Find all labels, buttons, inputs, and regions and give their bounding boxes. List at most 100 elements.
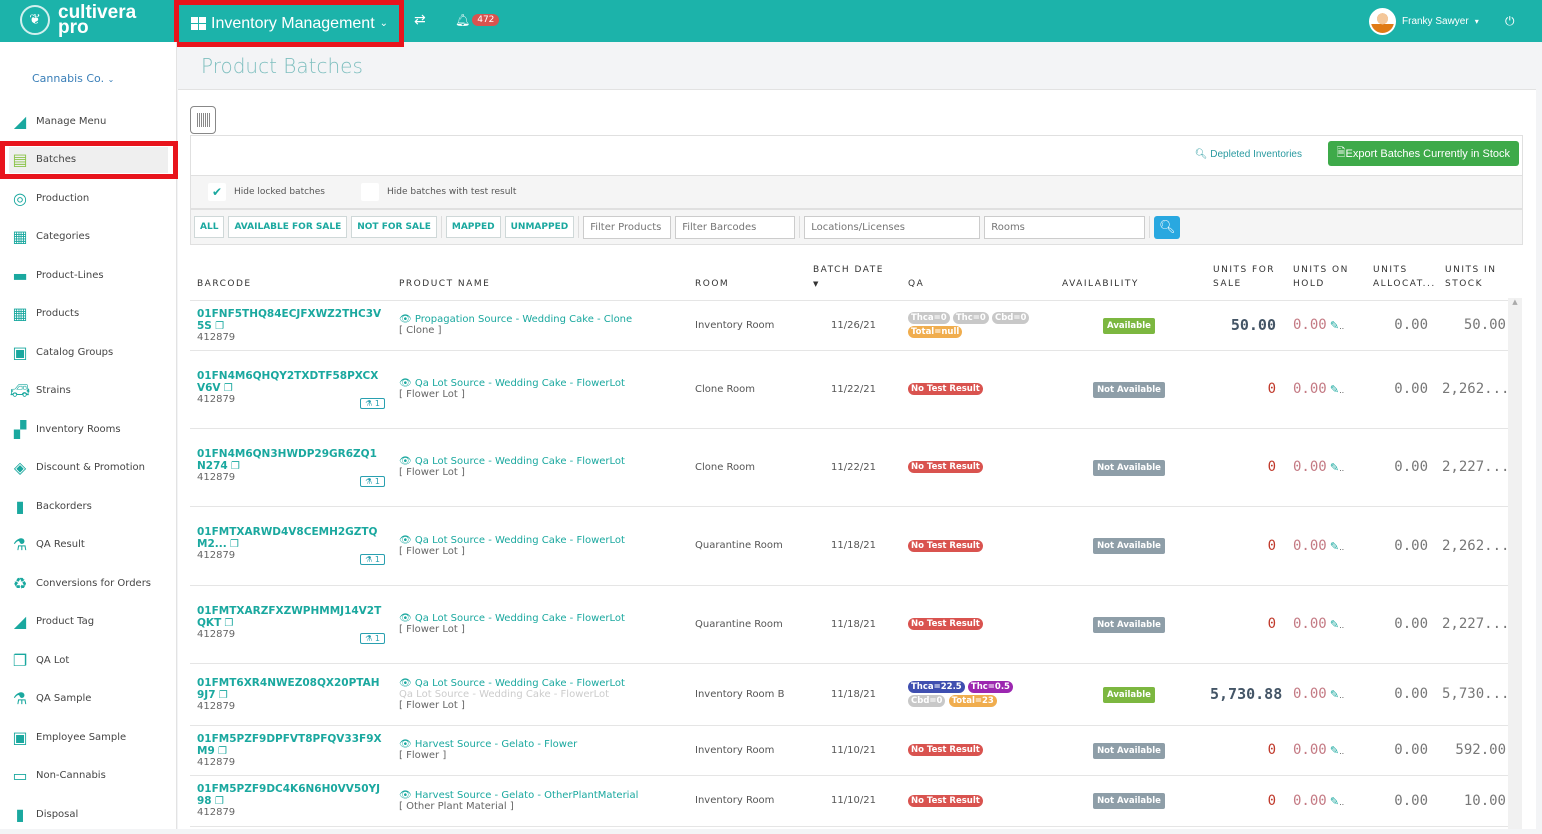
- more-icon[interactable]: ..: [1339, 543, 1344, 552]
- export-button[interactable]: 🗎 Export Batches Currently in Stock: [1327, 141, 1519, 166]
- module-dropdown[interactable]: Inventory Management ⌄: [174, 0, 404, 47]
- filter-products-input[interactable]: [583, 215, 672, 239]
- rooms-select[interactable]: [984, 215, 1146, 239]
- copy-icon[interactable]: ❐: [224, 383, 233, 394]
- sidebar-item-strains[interactable]: 🚙︎ Strains: [0, 372, 177, 411]
- copy-icon[interactable]: ❐: [219, 690, 228, 701]
- power-icon[interactable]: ⏻: [1505, 14, 1515, 29]
- pencil-icon[interactable]: ✎: [1330, 461, 1339, 474]
- product-link[interactable]: Harvest Source - Gelato - Flower: [415, 739, 577, 750]
- sidebar-item-manage-menu[interactable]: ◢ Manage Menu: [0, 102, 177, 141]
- pencil-icon[interactable]: ✎: [1330, 540, 1339, 553]
- more-icon[interactable]: ..: [1339, 464, 1344, 473]
- copy-icon[interactable]: ❐: [215, 321, 224, 332]
- depleted-inventories-link[interactable]: 🔍︎ Depleted Inventories: [1195, 149, 1302, 160]
- product-link[interactable]: Qa Lot Source - Wedding Cake - FlowerLot: [415, 378, 625, 389]
- hide-locked-checkbox[interactable]: ✔ Hide locked batches: [208, 183, 325, 201]
- sidebar-item-non-cannabis[interactable]: ▭ Non-Cannabis: [0, 757, 177, 796]
- filter-not-for-sale-button[interactable]: NOT FOR SALE: [351, 216, 437, 238]
- pencil-icon[interactable]: ✎: [1330, 688, 1339, 701]
- barcode-link[interactable]: 01FMTXARWD4V8CEMH2GZTQM2...: [197, 526, 377, 550]
- copy-icon[interactable]: ❐: [224, 618, 233, 629]
- user-menu[interactable]: Franky Sawyer ▾: [1369, 8, 1479, 35]
- sidebar-item-production[interactable]: ◎ Production: [0, 179, 177, 218]
- eye-icon[interactable]: 👁︎: [399, 678, 412, 689]
- sidebar-item-product-tag[interactable]: ◢ Product Tag: [0, 603, 177, 642]
- product-link[interactable]: Propagation Source - Wedding Cake - Clon…: [415, 314, 632, 325]
- pencil-icon[interactable]: ✎: [1330, 618, 1339, 631]
- more-icon[interactable]: ..: [1339, 621, 1344, 630]
- eye-icon[interactable]: 👁︎: [399, 739, 412, 750]
- qa-sample-badge[interactable]: ⚗ 1: [360, 397, 385, 409]
- pencil-icon[interactable]: ✎: [1330, 795, 1339, 808]
- table-row[interactable]: 01FMTXARWD4V8CEMH2GZTQM2... ❐ 412879 ⚗ 1 👁…: [190, 506, 1518, 586]
- sidebar-item-catalog-groups[interactable]: ▣ Catalog Groups: [0, 333, 177, 372]
- sidebar-item-product-lines[interactable]: ▬ Product-Lines: [0, 256, 177, 295]
- copy-icon[interactable]: ❐: [218, 746, 227, 757]
- sidebar-item-products[interactable]: ▦ Products: [0, 295, 177, 334]
- more-icon[interactable]: ..: [1339, 691, 1344, 700]
- sidebar-item-disposal[interactable]: ▮ Disposal: [0, 795, 177, 834]
- pencil-icon[interactable]: ✎: [1330, 319, 1339, 332]
- sidebar-item-batches[interactable]: ▤ Batches: [0, 140, 178, 180]
- more-icon[interactable]: ..: [1339, 798, 1344, 807]
- table-row[interactable]: 01FM5PZF9DC4K6N6H0VV50YJ98 ❐ 412879 👁︎ Ha…: [190, 775, 1508, 827]
- table-row[interactable]: 01FMTXARZFXZWPHMMJ14V2TQKT ❐ 412879 ⚗ 1 👁︎…: [190, 585, 1518, 664]
- barcode-link[interactable]: 01FM5PZF9DC4K6N6H0VV50YJ98: [197, 783, 380, 807]
- eye-icon[interactable]: 👁︎: [399, 613, 412, 624]
- hide-tested-checkbox[interactable]: Hide batches with test result: [361, 183, 516, 201]
- table-row[interactable]: 01FNF5THQ84ECJFXWZ2THC3V5S ❐ 412879 👁︎ Pr…: [190, 300, 1508, 351]
- sidebar-item-conversions-for-orders[interactable]: ♻ Conversions for Orders: [0, 564, 177, 603]
- company-selector[interactable]: Cannabis Co. ⌄: [32, 72, 114, 85]
- swap-icon[interactable]: ⇄: [414, 12, 426, 28]
- sidebar-item-qa-result[interactable]: ⚗ QA Result: [0, 526, 177, 565]
- sidebar-item-discount-promotion[interactable]: ◈ Discount & Promotion: [0, 449, 177, 488]
- barcode-link[interactable]: 01FNF5THQ84ECJFXWZ2THC3V5S: [197, 308, 381, 332]
- sidebar-item-backorders[interactable]: ▮ Backorders: [0, 487, 177, 526]
- filter-mapped-button[interactable]: MAPPED: [445, 216, 501, 238]
- qa-sample-badge[interactable]: ⚗ 1: [360, 554, 385, 565]
- more-icon[interactable]: ..: [1339, 747, 1344, 756]
- barcode-scan-button[interactable]: [190, 106, 216, 134]
- product-link[interactable]: Qa Lot Source - Wedding Cake - FlowerLot: [415, 535, 625, 546]
- qa-sample-badge[interactable]: ⚗ 1: [360, 475, 385, 487]
- table-row[interactable]: 01FM5PZF9DPFVT8PFQV33F9XM9 ❐ 412879 👁︎ Ha…: [190, 725, 1508, 776]
- logo[interactable]: ❦ cultivera pro: [20, 3, 136, 37]
- filter-unmapped-button[interactable]: UNMAPPED: [504, 216, 575, 238]
- lot-number: 412879: [197, 756, 236, 768]
- eye-icon[interactable]: 👁︎: [399, 535, 412, 546]
- filter-all-button[interactable]: ALL: [194, 216, 225, 238]
- sidebar-item-employee-sample[interactable]: ▣ Employee Sample: [0, 718, 177, 757]
- product-link[interactable]: Qa Lot Source - Wedding Cake - FlowerLot: [415, 456, 625, 467]
- more-icon[interactable]: ..: [1339, 386, 1344, 395]
- product-link[interactable]: Qa Lot Source - Wedding Cake - FlowerLot: [415, 613, 625, 624]
- sidebar-item-qa-lot[interactable]: ❐ QA Lot: [0, 641, 177, 680]
- copy-icon[interactable]: ❐: [230, 539, 239, 550]
- table-row[interactable]: 01FMT6XR4NWEZ08QX20PTAH9J7 ❐ 412879 👁︎ Qa…: [190, 663, 1518, 726]
- eye-icon[interactable]: 👁︎: [399, 378, 412, 389]
- filter-barcodes-input[interactable]: [675, 215, 796, 239]
- search-button[interactable]: 🔍︎: [1154, 215, 1181, 239]
- eye-icon[interactable]: 👁︎: [399, 456, 412, 467]
- table-row[interactable]: 01FN4M6QHQY2TXDTF58PXCXV6V ❐ 412879 ⚗ 1 👁︎…: [190, 350, 1518, 429]
- scrollbar[interactable]: ▲: [1508, 298, 1522, 829]
- barcode-link[interactable]: 01FN4M6QN3HWDP29GR6ZQ1N274: [197, 448, 377, 472]
- filter-available-button[interactable]: AVAILABLE FOR SALE: [228, 216, 348, 238]
- table-row[interactable]: 01FN4M6QN3HWDP29GR6ZQ1N274 ❐ 412879 ⚗ 1 👁︎…: [190, 428, 1518, 507]
- sidebar-item-inventory-rooms[interactable]: ▞ Inventory Rooms: [0, 410, 177, 449]
- pencil-icon[interactable]: ✎: [1330, 744, 1339, 757]
- product-link[interactable]: Harvest Source - Gelato - OtherPlantMate…: [415, 790, 638, 801]
- sidebar-item-qa-sample[interactable]: ⚗ QA Sample: [0, 680, 177, 719]
- qa-sample-badge[interactable]: ⚗ 1: [360, 632, 385, 644]
- eye-icon[interactable]: 👁︎: [399, 790, 412, 801]
- notifications-button[interactable]: 🔔︎ 472: [455, 13, 500, 27]
- product-link[interactable]: Qa Lot Source - Wedding Cake - FlowerLot: [415, 678, 625, 689]
- copy-icon[interactable]: ❐: [231, 461, 240, 472]
- eye-icon[interactable]: 👁︎: [399, 314, 412, 325]
- copy-icon[interactable]: ❐: [215, 796, 224, 807]
- column-header[interactable]: BATCH DATE ▼: [806, 247, 901, 301]
- more-icon[interactable]: ..: [1339, 322, 1344, 331]
- pencil-icon[interactable]: ✎: [1330, 383, 1339, 396]
- locations-select[interactable]: [804, 215, 981, 239]
- sidebar-item-categories[interactable]: ▦ Categories: [0, 218, 177, 257]
